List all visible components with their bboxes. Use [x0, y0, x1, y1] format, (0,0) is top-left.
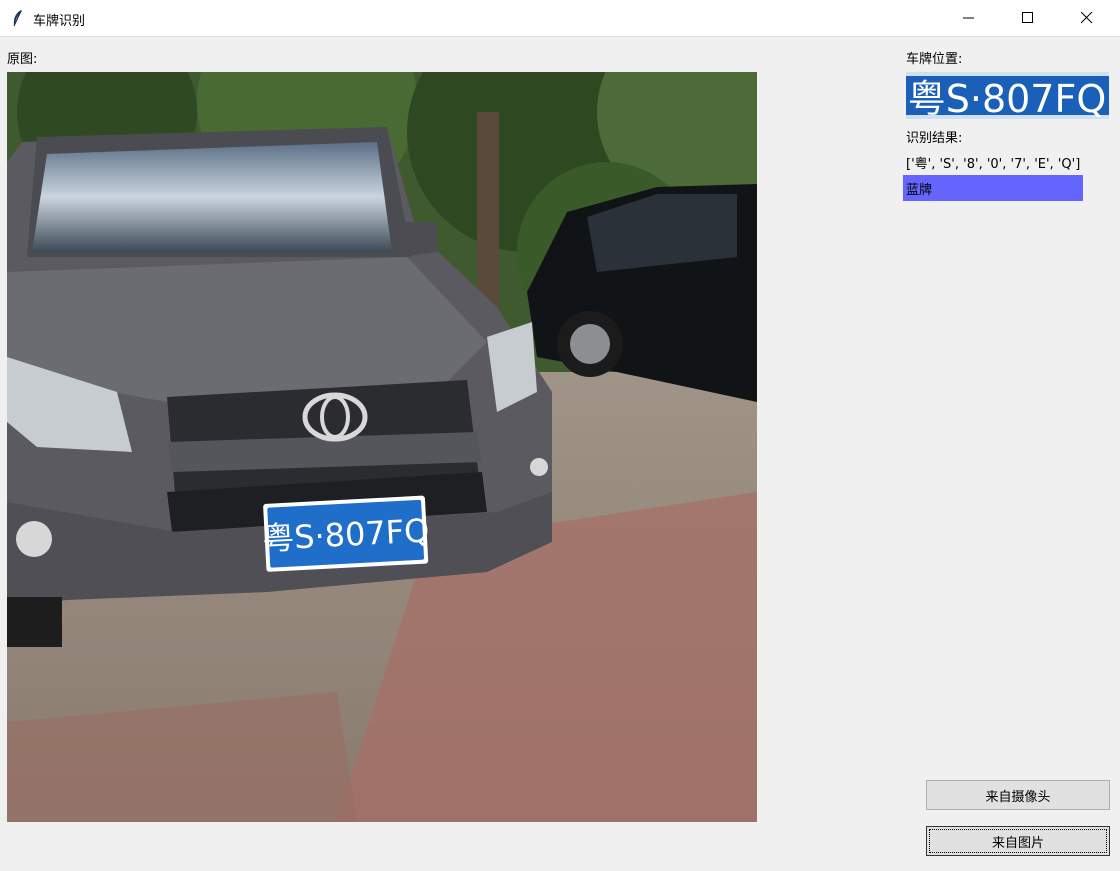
from-camera-button[interactable]: 来自摄像头	[926, 780, 1110, 810]
minimize-button[interactable]	[946, 0, 992, 36]
plate-crop-image: 粤S·807FQ	[906, 72, 1109, 119]
recognition-result-label: 识别结果:	[906, 131, 963, 146]
window-title: 车牌识别	[33, 14, 86, 29]
original-image-label: 原图:	[7, 52, 38, 67]
plate-position-label: 车牌位置:	[906, 52, 963, 67]
plate-crop-text: 粤S·807FQ	[908, 77, 1107, 119]
minimize-icon	[963, 17, 974, 19]
original-image: 粤S·807FQ	[7, 72, 757, 822]
close-icon	[1081, 12, 1093, 24]
close-button[interactable]	[1064, 0, 1110, 36]
plate-color-badge: 蓝牌	[903, 175, 1083, 201]
maximize-icon	[1022, 12, 1033, 23]
from-image-button[interactable]: 来自图片	[926, 826, 1110, 856]
maximize-button[interactable]	[1005, 0, 1051, 36]
feather-icon	[10, 9, 26, 27]
title-bar: 车牌识别	[0, 0, 1120, 37]
recognition-result-value: ['粤', 'S', '8', '0', '7', 'E', 'Q']	[906, 157, 1081, 172]
